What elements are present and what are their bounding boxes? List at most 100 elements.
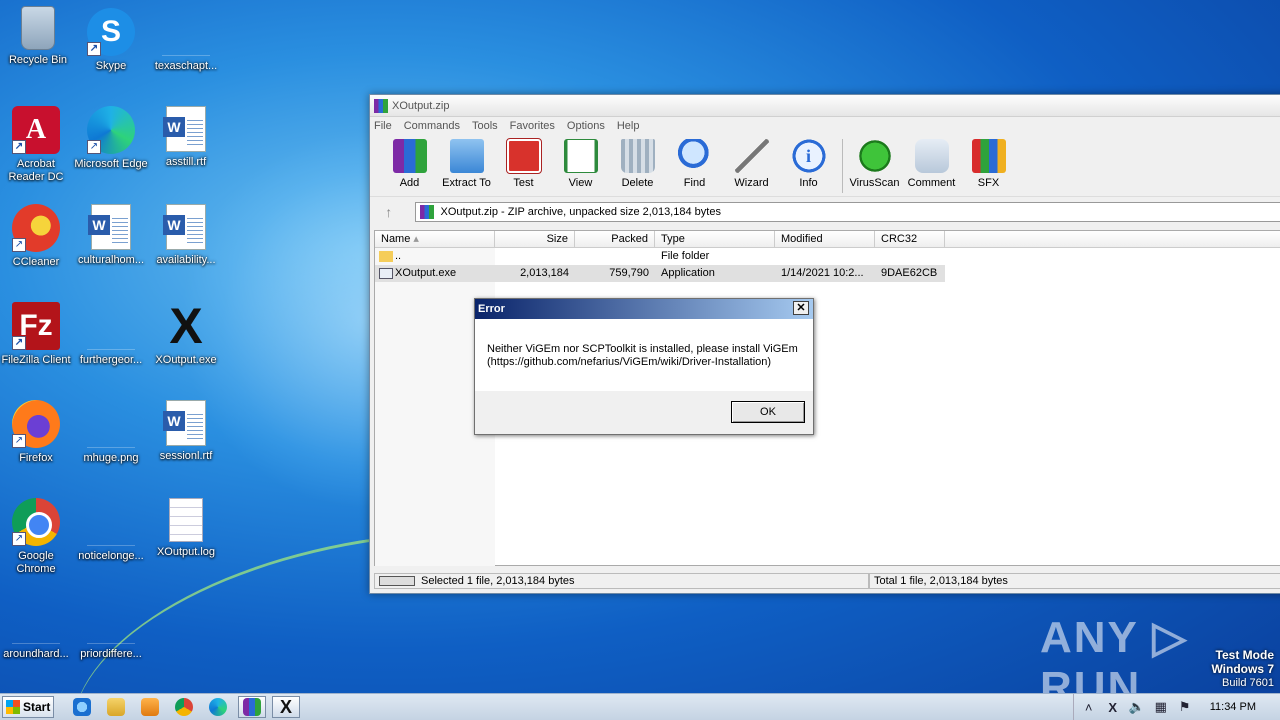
add-button[interactable]: Add [382,139,437,189]
desktop-icon-edge[interactable]: ↗ Microsoft Edge [73,106,149,171]
taskbar-edge[interactable] [204,696,232,718]
col-packed[interactable]: Packed [575,231,655,247]
word-document-icon: W [163,400,206,446]
column-header: Name ▴ Size Packed Type Modified CRC32 [375,231,1280,248]
desktop-icon-label: culturalhom... [77,254,145,266]
close-icon[interactable]: ✕ [793,301,809,315]
desktop-icon-asstill[interactable]: W asstill.rtf [148,106,224,169]
add-label: Add [399,177,420,189]
menu-file[interactable]: File [374,120,392,132]
desktop-icon-ccleaner[interactable]: ↗ CCleaner [0,204,74,269]
row-name: XOutput.exe [375,265,495,282]
address-bar: ↑ XOutput.zip - ZIP archive, unpacked si… [370,200,1280,224]
word-document-icon: W [163,204,206,250]
col-modified[interactable]: Modified [775,231,875,247]
toolbar: Add Extract To Test View Delete Find Wiz… [370,135,1280,197]
menu-commands[interactable]: Commands [404,120,460,132]
desktop-icon-aroundhard[interactable]: aroundhard... [0,596,74,661]
desktop-icon-xoutput-exe[interactable]: X XOutput.exe [148,301,224,367]
menu-options[interactable]: Options [567,120,605,132]
up-arrow-icon[interactable]: ↑ [376,202,401,222]
window-titlebar[interactable]: XOutput.zip [370,95,1280,117]
desktop-icon-filezilla[interactable]: Fz ↗ FileZilla Client [0,302,74,367]
desktop-icon-label: aroundhard... [3,648,69,660]
desktop-icon-furthergeor[interactable]: furthergeor... [73,302,149,367]
ok-button[interactable]: OK [731,401,805,423]
desktop-icon-mhuge[interactable]: mhuge.png [73,400,149,465]
desktop-icon-texaschapt[interactable]: texaschapt... [148,8,224,73]
taskbar-xoutput[interactable]: X [272,696,300,718]
text-file-icon [169,498,203,542]
network-icon[interactable]: ▦ [1152,699,1170,715]
desktop-icon-firefox[interactable]: ↗ Firefox [0,400,74,465]
edge-icon [209,698,227,716]
desktop-icon-label: Skype [95,60,127,72]
xoutput-tray-icon[interactable]: X [1104,700,1122,715]
info-button[interactable]: i Info [781,139,836,189]
view-button[interactable]: View [553,139,608,189]
info-label: Info [799,177,818,189]
dialog-message: Neither ViGEm nor SCPToolkit is installe… [475,319,813,391]
add-icon [392,139,427,173]
desktop-icon-chrome[interactable]: ↗ Google Chrome [0,498,74,576]
desktop-icon-label: sessionl.rtf [159,450,213,462]
show-hidden-icons-icon[interactable]: ˄ [1080,700,1098,715]
virusscan-label: VirusScan [849,177,900,189]
view-label: View [568,177,593,189]
zip-icon [420,205,435,219]
taskbar-media[interactable] [136,696,164,718]
col-name[interactable]: Name ▴ [375,231,495,247]
menu-favorites[interactable]: Favorites [510,120,555,132]
wizard-button[interactable]: Wizard [724,139,779,189]
desktop-icon-label: availability... [156,254,216,266]
taskbar-winrar[interactable] [238,696,266,718]
dialog-title: Error [478,303,505,315]
desktop-icon-sessionl[interactable]: W sessionl.rtf [148,400,224,463]
desktop-icon-priordiffere[interactable]: priordiffere... [73,596,149,661]
file-icon [87,400,135,448]
drive-icon[interactable] [379,576,415,586]
action-center-icon[interactable]: ⚑ [1176,699,1194,715]
test-button[interactable]: Test [496,138,551,189]
table-row[interactable]: .. File folder [375,248,1280,265]
clock[interactable]: 11:34 PM [1210,701,1256,713]
extract-to-button[interactable]: Extract To [439,139,494,189]
desktop-icon-xoutput-log[interactable]: XOutput.log [148,498,224,559]
file-icon [87,302,135,350]
desktop-icon-noticelonge[interactable]: noticelonge... [73,498,149,563]
test-mode-notice: Test Mode Windows 7 Build 7601 [1211,648,1274,690]
desktop-icon-culturalhom[interactable]: W culturalhom... [73,204,149,267]
menu-help[interactable]: Help [617,120,640,132]
wand-icon [734,139,769,173]
desktop-icon-recycle-bin[interactable]: Recycle Bin [0,6,76,67]
delete-button[interactable]: Delete [610,139,665,189]
chrome-icon [175,698,193,716]
col-size[interactable]: Size [495,231,575,247]
volume-icon[interactable]: 🔈 [1128,699,1146,715]
desktop-icon-acrobat[interactable]: A ↗ Acrobat Reader DC [0,106,74,184]
edge-icon: ↗ [87,106,135,154]
trash-icon [620,139,655,173]
folder-icon [449,139,484,173]
firefox-icon: ↗ [12,400,60,448]
file-icon [162,8,210,56]
archive-path[interactable]: XOutput.zip - ZIP archive, unpacked size… [415,202,1280,222]
error-dialog[interactable]: Error ✕ Neither ViGEm nor SCPToolkit is … [474,298,814,435]
taskbar-chrome[interactable] [170,696,198,718]
menu-tools[interactable]: Tools [472,120,498,132]
sfx-button[interactable]: SFX [961,139,1016,189]
virusscan-button[interactable]: VirusScan [847,139,902,189]
table-row[interactable]: XOutput.exe 2,013,184 759,790 Applicatio… [375,265,945,282]
extract-to-label: Extract To [442,177,491,189]
col-crc32[interactable]: CRC32 [875,231,945,247]
col-type[interactable]: Type [655,231,775,247]
taskbar-ie[interactable] [68,696,96,718]
comment-button[interactable]: Comment [904,139,959,189]
desktop-icon-skype[interactable]: S ↗ Skype [73,8,149,73]
find-button[interactable]: Find [667,139,722,189]
taskbar-explorer[interactable] [102,696,130,718]
explorer-folder-icon [107,698,125,716]
dialog-titlebar[interactable]: Error ✕ [475,299,813,319]
start-button[interactable]: Start [2,696,54,718]
desktop-icon-availability[interactable]: W availability... [148,204,224,267]
